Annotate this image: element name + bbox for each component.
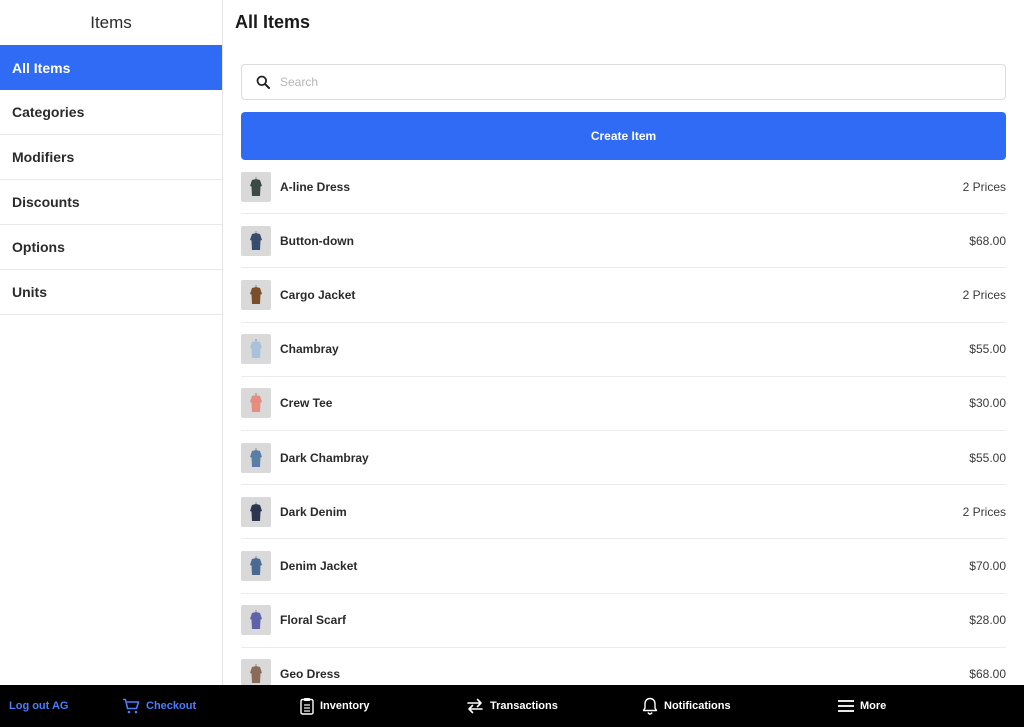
search-input[interactable]: [280, 75, 980, 89]
item-thumbnail: [241, 550, 271, 581]
item-thumbnail: [241, 496, 271, 527]
page-title: All Items: [235, 12, 311, 32]
clothing-icon: [250, 501, 262, 521]
item-thumbnail: [241, 171, 271, 202]
notifications-tab[interactable]: Notifications: [642, 685, 731, 727]
item-row[interactable]: Button-down $68.00: [241, 214, 1006, 269]
item-price: $68.00: [969, 667, 1006, 682]
transactions-label: Transactions: [490, 700, 558, 712]
item-thumbnail: [241, 605, 271, 636]
item-row[interactable]: Crew Tee $30.00: [241, 377, 1006, 431]
more-tab[interactable]: More: [838, 685, 886, 727]
item-row[interactable]: Denim Jacket $70.00: [241, 539, 1006, 594]
notifications-label: Notifications: [664, 700, 731, 712]
sidebar-item-categories[interactable]: Categories: [0, 90, 222, 135]
logout-button[interactable]: Log out AG: [9, 685, 68, 727]
item-name: Dark Denim: [280, 504, 347, 519]
bottom-nav-bar: Log out AG Checkout Inventory Transactio…: [0, 685, 1024, 727]
inventory-label: Inventory: [320, 700, 370, 712]
item-name: A-line Dress: [280, 179, 351, 194]
item-list: A-line Dress 2 Prices Button-down $68.00 Car…: [241, 160, 1006, 685]
sidebar-title: Items: [90, 12, 132, 32]
sidebar-item-units[interactable]: Units: [0, 270, 222, 315]
item-price: $70.00: [969, 558, 1006, 573]
clothing-icon: [250, 284, 262, 304]
item-row[interactable]: Floral Scarf $28.00: [241, 594, 1006, 648]
item-name: Floral Scarf: [280, 613, 347, 628]
item-price: $68.00: [969, 233, 1006, 248]
transfer-arrows-icon: [467, 698, 483, 714]
item-thumbnail: [241, 225, 271, 256]
clothing-icon: [250, 610, 262, 630]
item-price: $55.00: [969, 450, 1006, 465]
bell-icon: [642, 697, 658, 715]
checkout-tab[interactable]: Checkout: [122, 685, 196, 727]
clothing-icon: [250, 555, 262, 575]
item-name: Chambray: [280, 342, 339, 357]
sidebar-item-all-items[interactable]: All Items: [0, 45, 222, 90]
item-price: $30.00: [969, 396, 1006, 411]
hamburger-menu-icon: [838, 700, 854, 712]
item-name: Button-down: [280, 233, 354, 248]
item-thumbnail: [241, 279, 271, 310]
sidebar: Items All Items Categories Modifiers Dis…: [0, 0, 223, 685]
sidebar-item-discounts[interactable]: Discounts: [0, 180, 222, 225]
inventory-tab[interactable]: Inventory: [300, 685, 370, 727]
sidebar-item-modifiers[interactable]: Modifiers: [0, 135, 222, 180]
transactions-tab[interactable]: Transactions: [466, 685, 558, 727]
item-price: $28.00: [969, 613, 1006, 628]
more-label: More: [860, 700, 887, 712]
clipboard-icon: [300, 698, 314, 715]
item-name: Denim Jacket: [280, 558, 358, 573]
cart-icon: [123, 698, 140, 714]
clothing-icon: [250, 230, 262, 250]
main-content: All Items Create Item A-line Dress 2 Pric…: [224, 0, 1024, 685]
item-row[interactable]: Dark Chambray $55.00: [241, 431, 1006, 486]
search-bar[interactable]: [241, 64, 1006, 100]
item-price: 2 Prices: [962, 504, 1006, 519]
checkout-label: Checkout: [146, 700, 197, 712]
search-icon: [256, 75, 270, 89]
item-thumbnail: [241, 334, 271, 365]
item-price: 2 Prices: [962, 287, 1006, 302]
clothing-icon: [250, 339, 262, 359]
item-name: Geo Dress: [280, 667, 341, 682]
item-name: Crew Tee: [280, 396, 333, 411]
item-price: 2 Prices: [962, 179, 1006, 194]
item-thumbnail: [241, 442, 271, 473]
item-row[interactable]: Dark Denim 2 Prices: [241, 485, 1006, 540]
item-row[interactable]: Geo Dress $68.00: [241, 648, 1006, 685]
sidebar-item-options[interactable]: Options: [0, 225, 222, 270]
clothing-icon: [250, 664, 262, 684]
clothing-icon: [250, 393, 262, 413]
clothing-icon: [250, 447, 262, 467]
item-thumbnail: [241, 659, 271, 685]
item-name: Cargo Jacket: [280, 287, 356, 302]
item-name: Dark Chambray: [280, 450, 369, 465]
item-price: $55.00: [969, 342, 1006, 357]
clothing-icon: [250, 176, 262, 196]
item-row[interactable]: A-line Dress 2 Prices: [241, 160, 1006, 215]
item-row[interactable]: Cargo Jacket 2 Prices: [241, 268, 1006, 323]
item-thumbnail: [241, 388, 271, 419]
create-item-button[interactable]: Create Item: [241, 112, 1006, 160]
item-row[interactable]: Chambray $55.00: [241, 323, 1006, 377]
